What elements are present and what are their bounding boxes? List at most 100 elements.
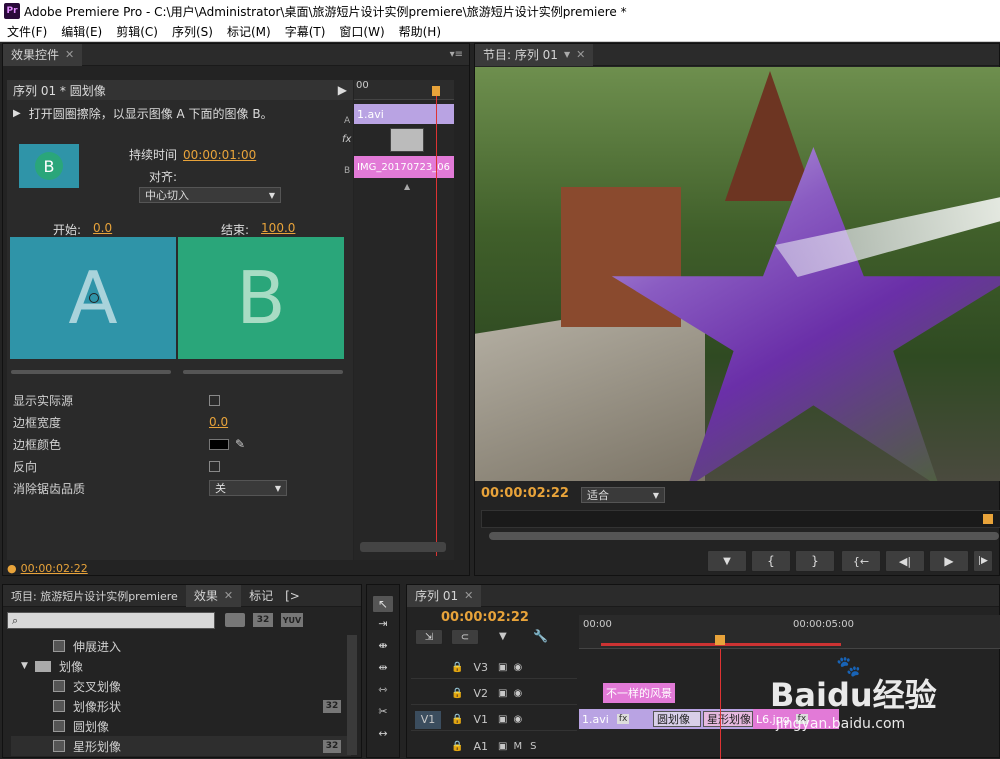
chevron-down-icon[interactable]: ▼ (564, 50, 570, 59)
menu-file[interactable]: 文件(F) (0, 23, 54, 40)
mini-playhead-marker[interactable] (432, 86, 440, 96)
sync-lock-icon[interactable]: ▣ (498, 662, 507, 673)
mark-in-button[interactable]: { (751, 550, 791, 572)
close-icon[interactable]: ✕ (65, 48, 74, 61)
source-patch-v1[interactable]: V1 (415, 710, 441, 729)
preview-a[interactable]: A (10, 237, 176, 359)
menu-marker[interactable]: 标记(M) (220, 23, 278, 40)
list-item[interactable]: 划像形状 32 (11, 696, 351, 716)
tab-program-monitor[interactable]: 节目: 序列 01 ▼ ✕ (475, 43, 594, 66)
menu-window[interactable]: 窗口(W) (332, 23, 391, 40)
timeline-timecode[interactable]: 00:00:02:22 (441, 610, 529, 625)
list-item-folder[interactable]: ▼ 划像 (11, 656, 351, 676)
program-timecode[interactable]: 00:00:02:22 (481, 486, 569, 501)
start-value[interactable]: 0.0 (93, 221, 112, 238)
lock-icon[interactable]: 🔒 (451, 688, 463, 699)
expand-right-icon[interactable]: ▶ (338, 83, 347, 97)
close-icon[interactable]: ✕ (464, 589, 473, 602)
eye-icon[interactable]: ◉ (513, 714, 522, 725)
solo-button[interactable]: S (530, 741, 536, 752)
list-item[interactable]: 交叉划像 (11, 676, 351, 696)
rate-stretch-tool-icon[interactable]: ⇿ (372, 683, 394, 701)
list-item[interactable]: 星形划像 32 (11, 736, 351, 756)
razor-tool-icon[interactable]: ✂ (372, 705, 394, 723)
sync-lock-icon[interactable]: ▣ (498, 688, 507, 699)
transition-circle-wipe[interactable]: 圆划像 (653, 711, 701, 727)
close-icon[interactable]: ✕ (576, 48, 585, 61)
effects-scrollbar[interactable] (347, 635, 357, 755)
start-slider[interactable] (11, 370, 171, 374)
menu-clip[interactable]: 剪辑(C) (109, 23, 165, 40)
32bit-filter-icon[interactable]: 32 (253, 613, 273, 627)
program-zoom-bar[interactable] (489, 532, 999, 540)
add-marker-icon[interactable]: ▼ (499, 631, 507, 642)
mark-out-button[interactable]: } (795, 550, 835, 572)
menu-title[interactable]: 字幕(T) (278, 23, 333, 40)
mute-button[interactable]: M (513, 741, 522, 752)
chevron-down-icon[interactable]: ▼ (21, 661, 35, 671)
program-playhead-marker[interactable] (983, 514, 993, 524)
step-back-button[interactable]: ◀| (885, 550, 925, 572)
menu-edit[interactable]: 编辑(E) (54, 23, 109, 40)
list-item[interactable]: 伸展进入 (11, 636, 351, 656)
end-value[interactable]: 100.0 (261, 221, 295, 238)
menu-sequence[interactable]: 序列(S) (165, 23, 220, 40)
mini-clip-a[interactable]: 1.avi (354, 104, 454, 124)
tab-overflow[interactable]: [> (281, 585, 304, 607)
slip-tool-icon[interactable]: ↔ (372, 727, 394, 745)
lock-icon[interactable]: 🔒 (451, 714, 463, 725)
lock-icon[interactable]: 🔒 (451, 662, 463, 673)
program-scrub-bar[interactable] (481, 510, 1000, 528)
tab-effects[interactable]: 效果 ✕ (185, 584, 242, 607)
mini-expand-arrow-icon[interactable]: ▲ (404, 182, 410, 191)
track-select-tool-icon[interactable]: ⇥ (372, 617, 394, 635)
linked-selection-button[interactable]: ⊂ (451, 629, 479, 645)
rolling-edit-tool-icon[interactable]: ⇹ (372, 661, 394, 679)
snap-button[interactable]: ⇲ (415, 629, 443, 645)
transition-star-wipe[interactable]: 星形划像 (703, 711, 753, 727)
title-clip-v2[interactable]: 不一样的风景 (603, 683, 675, 703)
eyedropper-icon[interactable]: ✎ (235, 437, 245, 451)
ripple-edit-tool-icon[interactable]: ⇼ (372, 639, 394, 657)
tab-effect-controls[interactable]: 效果控件 ✕ (3, 43, 83, 66)
play-button[interactable]: ▶ (929, 550, 969, 572)
timeline-playhead-marker[interactable] (715, 635, 725, 645)
antialias-dropdown[interactable]: 关 ▼ (209, 480, 287, 496)
align-dropdown[interactable]: 中心切入 ▼ (139, 187, 281, 203)
effects-search-input[interactable]: ⌕ (7, 612, 215, 629)
tab-markers[interactable]: 标记 (241, 585, 281, 607)
close-icon[interactable]: ✕ (224, 589, 233, 602)
mini-scrollbar[interactable] (360, 542, 446, 552)
tab-project[interactable]: 项目: 旅游短片设计实例premiere (3, 585, 186, 607)
yuv-filter-icon[interactable]: YUV (281, 613, 303, 627)
timeline-ruler[interactable]: 00:00 00:00:05:00 (579, 615, 1000, 649)
add-marker-button[interactable]: ▼ (707, 550, 747, 572)
selection-tool-icon[interactable]: ↖ (372, 595, 394, 613)
duration-value[interactable]: 00:00:01:00 (183, 148, 256, 162)
eye-icon[interactable]: ◉ (513, 662, 522, 673)
program-video-frame[interactable] (475, 67, 1000, 481)
center-point-icon[interactable] (89, 293, 99, 303)
sync-lock-icon[interactable]: ▣ (498, 714, 507, 725)
panel-menu-icon[interactable]: ▾≡ (450, 49, 463, 60)
border-color-swatch[interactable] (209, 438, 229, 450)
show-source-checkbox[interactable] (209, 394, 220, 406)
fit-dropdown[interactable]: 适合 ▼ (581, 487, 665, 503)
mini-clip-b[interactable]: IMG_20170723_06 (354, 156, 454, 178)
go-to-in-button[interactable]: {← (841, 550, 881, 572)
ec-timecode[interactable]: 00:00:02:22 (21, 562, 88, 575)
mini-transition-block[interactable] (390, 128, 424, 152)
accelerated-filter-icon[interactable] (225, 613, 245, 627)
border-width-value[interactable]: 0.0 (209, 415, 228, 429)
tab-sequence[interactable]: 序列 01 ✕ (407, 584, 482, 607)
wrench-icon[interactable]: 🔧 (533, 629, 548, 643)
step-forward-button[interactable]: |▶ (973, 550, 993, 572)
sync-lock-icon[interactable]: ▣ (498, 741, 507, 752)
end-slider[interactable] (183, 370, 343, 374)
reverse-checkbox[interactable] (209, 460, 220, 472)
play-preview-icon[interactable]: ▶ (13, 108, 21, 119)
menu-help[interactable]: 帮助(H) (392, 23, 448, 40)
lock-icon[interactable]: 🔒 (451, 741, 463, 752)
eye-icon[interactable]: ◉ (513, 688, 522, 699)
list-item[interactable]: 圆划像 (11, 716, 351, 736)
